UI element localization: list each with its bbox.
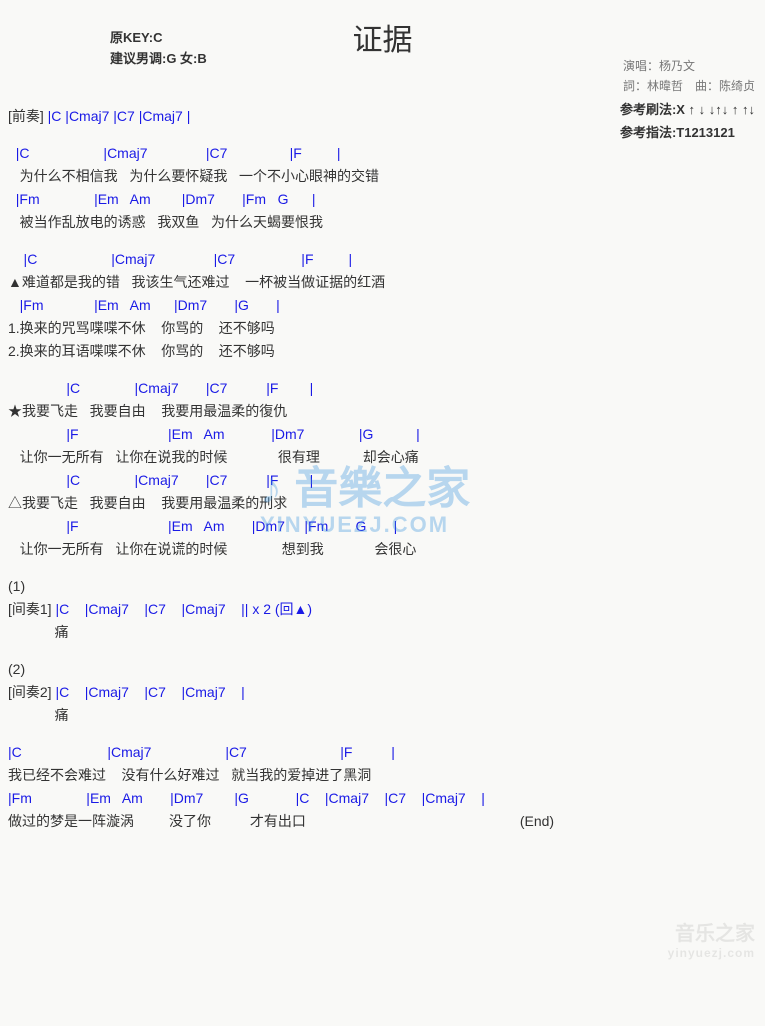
finger-pattern: 参考指法:T1213121 xyxy=(620,121,755,144)
interlude2-tail: 痛 xyxy=(8,705,757,726)
verse2-section: |C |Cmaj7 |C7 |F | ▲难道都是我的错 我该生气还难过 一杯被当… xyxy=(8,249,757,362)
interlude1-label: [间奏1] xyxy=(8,601,52,617)
chorus-section: |C |Cmaj7 |C7 |F | ★我要飞走 我要自由 我要用最温柔的復仇 … xyxy=(8,378,757,560)
chorus-chord1: |C |Cmaj7 |C7 |F | xyxy=(8,378,757,399)
outro-chord1: |C |Cmaj7 |C7 |F | xyxy=(8,742,757,763)
footer-wm-sub: yinyuezj.com xyxy=(668,946,755,960)
interlude2-section: (2) [间奏2] |C |Cmaj7 |C7 |Cmaj7 | 痛 xyxy=(8,659,757,726)
interlude1-chords: |C |Cmaj7 |C7 |Cmaj7 || x 2 (回▲) xyxy=(52,601,313,617)
intro-chords: |C |Cmaj7 |C7 |Cmaj7 | xyxy=(44,108,191,124)
intro-label: [前奏] xyxy=(8,108,44,124)
original-key: 原KEY:C xyxy=(110,28,207,49)
credits: 演唱：杨乃文 詞：林暐哲 曲：陈绮贞 xyxy=(623,56,755,97)
interlude1-section: (1) [间奏1] |C |Cmaj7 |C7 |Cmaj7 || x 2 (回… xyxy=(8,576,757,643)
singer: 演唱：杨乃文 xyxy=(623,56,755,76)
interlude2-chords: |C |Cmaj7 |C7 |Cmaj7 | xyxy=(52,684,245,700)
verse2-lyric1: ▲难道都是我的错 我该生气还难过 一杯被当做证据的红酒 xyxy=(8,272,757,293)
chorus-lyric2: 让你一无所有 让你在说我的时候 很有理 却会心痛 xyxy=(8,447,757,468)
verse2-lyric2b: 2.换来的耳语喋喋不休 你骂的 还不够吗 xyxy=(8,341,757,362)
verse1-lyric2: 被当作乱放电的诱惑 我双鱼 为什么天蝎要恨我 xyxy=(8,212,757,233)
verse1-section: |C |Cmaj7 |C7 |F | 为什么不相信我 为什么要怀疑我 一个不小心… xyxy=(8,143,757,233)
footer-watermark: 音乐之家 yinyuezj.com xyxy=(668,922,755,960)
chorus-chord4: |F |Em Am |Dm7 |Fm G | xyxy=(8,516,757,537)
writers: 詞：林暐哲 曲：陈绮贞 xyxy=(623,76,755,96)
interlude1-num: (1) xyxy=(8,576,757,597)
chorus-lyric1: ★我要飞走 我要自由 我要用最温柔的復仇 xyxy=(8,401,757,422)
verse1-chord2: |Fm |Em Am |Dm7 |Fm G | xyxy=(8,189,757,210)
outro-section: |C |Cmaj7 |C7 |F | 我已经不会难过 没有什么好难过 就当我的爱… xyxy=(8,742,757,832)
play-hints: 参考刷法:X ↑ ↓ ↓↑↓ ↑ ↑↓ 参考指法:T1213121 xyxy=(620,98,755,145)
key-info: 原KEY:C 建议男调:G 女:B xyxy=(110,28,207,70)
strumming-pattern: 参考刷法:X ↑ ↓ ↓↑↓ ↑ ↑↓ xyxy=(620,98,755,121)
song-title: 证据 xyxy=(353,18,413,63)
interlude1-tail: 痛 xyxy=(8,622,757,643)
verse2-lyric2a: 1.换来的咒骂喋喋不休 你骂的 还不够吗 xyxy=(8,318,757,339)
verse2-chord2: |Fm |Em Am |Dm7 |G | xyxy=(8,295,757,316)
chord-sheet: 原KEY:C 建议男调:G 女:B 证据 演唱：杨乃文 詞：林暐哲 曲：陈绮贞 … xyxy=(0,0,765,968)
outro-lyric2: 做过的梦是一阵漩涡 没了你 才有出口 (End) xyxy=(8,811,757,832)
interlude2-label: [间奏2] xyxy=(8,684,52,700)
song-body: [前奏] |C |Cmaj7 |C7 |Cmaj7 | |C |Cmaj7 |C… xyxy=(8,106,757,832)
chorus-chord2: |F |Em Am |Dm7 |G | xyxy=(8,424,757,445)
interlude2-num: (2) xyxy=(8,659,757,680)
chorus-lyric3: △我要飞走 我要自由 我要用最温柔的刑求 xyxy=(8,493,757,514)
verse1-chord1: |C |Cmaj7 |C7 |F | xyxy=(8,143,757,164)
chorus-chord3: |C |Cmaj7 |C7 |F | xyxy=(8,470,757,491)
chorus-lyric4: 让你一无所有 让你在说谎的时候 想到我 会很心 xyxy=(8,539,757,560)
verse2-chord1: |C |Cmaj7 |C7 |F | xyxy=(8,249,757,270)
recommended-key: 建议男调:G 女:B xyxy=(110,49,207,70)
verse1-lyric1: 为什么不相信我 为什么要怀疑我 一个不小心眼神的交错 xyxy=(8,166,757,187)
footer-wm-main: 音乐之家 xyxy=(675,923,755,945)
outro-chord2: |Fm |Em Am |Dm7 |G |C |Cmaj7 |C7 |Cmaj7 … xyxy=(8,788,757,809)
outro-lyric1: 我已经不会难过 没有什么好难过 就当我的爱掉进了黑洞 xyxy=(8,765,757,786)
